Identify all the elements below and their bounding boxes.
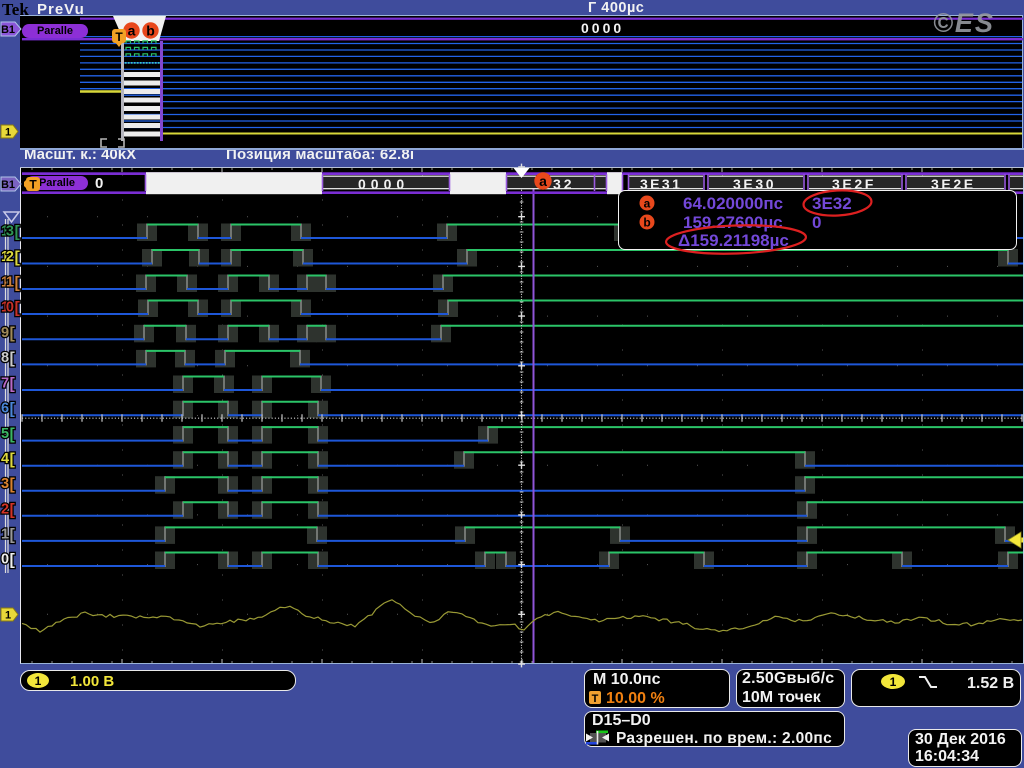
svg-text:[: [ (10, 401, 16, 418)
svg-text:8: 8 (1, 350, 9, 366)
svg-text:9: 9 (1, 325, 9, 341)
svg-text:1.52 В: 1.52 В (967, 675, 1014, 692)
svg-text:4: 4 (1, 451, 9, 467)
svg-text:12: 12 (1, 249, 14, 265)
svg-text:11: 11 (1, 275, 14, 291)
svg-text:2: 2 (1, 501, 9, 517)
svg-text:T: T (29, 178, 37, 192)
svg-text:[: [ (15, 224, 21, 241)
svg-text:1: 1 (890, 675, 897, 689)
svg-text:[: [ (15, 300, 21, 317)
svg-text:a: a (539, 173, 547, 189)
svg-text:1: 1 (1, 526, 9, 542)
svg-text:[: [ (10, 451, 16, 468)
svg-text:T: T (592, 693, 599, 705)
svg-text:13: 13 (1, 224, 14, 240)
svg-text:0: 0 (1, 552, 9, 568)
svg-text:1: 1 (5, 610, 11, 622)
svg-text:10: 10 (1, 300, 14, 316)
svg-text:[: [ (15, 249, 21, 266)
svg-text:[: [ (10, 501, 16, 518)
svg-text:[: [ (10, 376, 16, 393)
svg-text:7: 7 (1, 376, 9, 392)
svg-text:[: [ (10, 325, 16, 342)
svg-text:6: 6 (1, 401, 9, 417)
svg-text:[: [ (10, 426, 16, 443)
svg-text:[: [ (10, 526, 16, 543)
svg-text:1: 1 (35, 674, 42, 688)
svg-text:[: [ (10, 476, 16, 493)
svg-text:3: 3 (1, 476, 9, 492)
svg-text:[: [ (10, 552, 16, 569)
svg-text:[: [ (10, 350, 16, 367)
svg-text:5: 5 (1, 426, 9, 442)
svg-text:[: [ (15, 275, 21, 292)
